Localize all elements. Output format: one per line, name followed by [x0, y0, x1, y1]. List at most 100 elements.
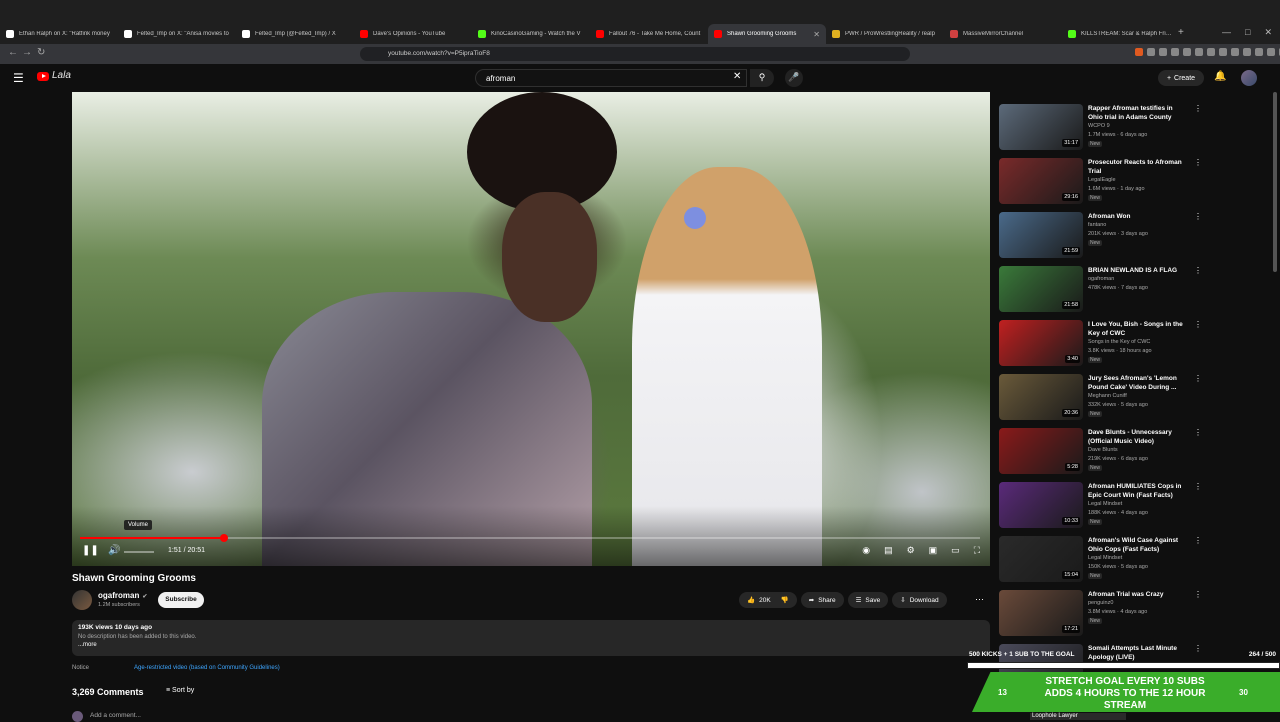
browser-tab[interactable]: Dave's Opinions - YouTube — [354, 24, 472, 44]
maximize-icon[interactable]: □ — [1245, 27, 1250, 38]
more-options-icon[interactable]: ⋮ — [1194, 158, 1202, 167]
video-thumbnail[interactable]: 21:58 — [999, 266, 1083, 312]
browser-tab[interactable]: PWR / ProWrestlingReality / realp — [826, 24, 944, 44]
theater-mode-icon[interactable]: ▭ — [951, 545, 960, 556]
video-channel[interactable]: Legal Mindset — [1088, 555, 1122, 561]
dislike-icon[interactable]: 👎 — [781, 596, 789, 604]
more-options-icon[interactable]: ⋮ — [1194, 428, 1202, 437]
video-channel[interactable]: penguinz0 — [1088, 600, 1113, 606]
reload-icon[interactable]: ↻ — [37, 47, 45, 58]
progress-scrubber[interactable] — [220, 534, 228, 542]
recommended-video[interactable]: 17:21 Afroman Trial was Crazy penguinz0 3.8… — [999, 590, 1204, 640]
video-channel[interactable]: fantano — [1088, 222, 1106, 228]
video-title[interactable]: Rapper Afroman testifies in Ohio trial i… — [1088, 104, 1186, 122]
extension-icon[interactable] — [1267, 48, 1275, 56]
more-options-icon[interactable]: ⋮ — [1194, 266, 1202, 275]
notifications-bell-icon[interactable]: 🔔 — [1214, 71, 1226, 82]
close-window-icon[interactable]: ✕ — [1264, 27, 1272, 38]
account-avatar[interactable] — [1241, 70, 1257, 86]
video-thumbnail[interactable]: 29:16 — [999, 158, 1083, 204]
video-title[interactable]: Afroman HUMILIATES Cops in Epic Court Wi… — [1088, 482, 1186, 500]
recommended-video[interactable]: 29:16 Prosecutor Reacts to Afroman Trial L… — [999, 158, 1204, 208]
video-channel[interactable]: Meghann Cuniff — [1088, 393, 1127, 399]
more-actions-icon[interactable]: ⋯ — [975, 594, 984, 605]
video-title[interactable]: Afroman's Wild Case Against Ohio Cops (F… — [1088, 536, 1186, 554]
recommended-video[interactable]: 21:59 Afroman Won fantano 201K views · 3 da… — [999, 212, 1204, 262]
extension-icon[interactable] — [1159, 48, 1167, 56]
extension-icon[interactable] — [1183, 48, 1191, 56]
description-box[interactable]: 193K views 10 days ago No description ha… — [72, 620, 990, 656]
browser-tab[interactable]: MassiveMirrorChannel — [944, 24, 1062, 44]
video-title[interactable]: Afroman Won — [1088, 212, 1186, 221]
recommended-video[interactable]: 20:36 Jury Sees Afroman's 'Lemon Pound Ca… — [999, 374, 1204, 424]
back-icon[interactable]: ← — [8, 47, 18, 58]
browser-tab[interactable]: Shawn Grooming Grooms ✕ — [708, 24, 826, 44]
fullscreen-icon[interactable]: ⛶ — [974, 545, 980, 556]
extension-icon[interactable] — [1255, 48, 1263, 56]
address-bar[interactable]: youtube.com/watch?v=P5ipraTioF8 — [360, 47, 910, 61]
video-player[interactable]: Volume ❚❚ 🔊 1:51 / 20:51 ◉ ▤ ⚙ ▣ ▭ ⛶ — [72, 92, 990, 566]
video-title[interactable]: Prosecutor Reacts to Afroman Trial — [1088, 158, 1186, 176]
volume-icon[interactable]: 🔊 — [108, 545, 120, 556]
more-options-icon[interactable]: ⋮ — [1194, 590, 1202, 599]
video-thumbnail[interactable]: 20:36 — [999, 374, 1083, 420]
recommended-video[interactable]: 3:40 I Love You, Bish - Songs in the Key … — [999, 320, 1204, 370]
extension-icon[interactable] — [1135, 48, 1143, 56]
video-thumbnail[interactable]: 10:33 — [999, 482, 1083, 528]
progress-bar[interactable] — [80, 534, 980, 542]
new-tab-button[interactable]: + — [1178, 27, 1184, 38]
add-comment-input[interactable]: Add a comment... — [90, 712, 141, 719]
recommended-video[interactable]: 5:28 Dave Blunts - Unnecessary (Official … — [999, 428, 1204, 478]
clear-search-icon[interactable]: ✕ — [733, 71, 741, 82]
video-channel[interactable]: ogafroman — [1088, 276, 1114, 282]
browser-tab[interactable]: KILLSTREAM: Scar & Ralph Friday — [1062, 24, 1180, 44]
hamburger-menu-icon[interactable]: ☰ — [13, 71, 24, 85]
search-icon[interactable]: ⚲ — [750, 69, 774, 87]
share-button[interactable]: ➦ Share — [800, 592, 844, 608]
create-button[interactable]: + Create — [1158, 70, 1204, 86]
more-options-icon[interactable]: ⋮ — [1194, 320, 1202, 329]
extension-icon[interactable] — [1219, 48, 1227, 56]
miniplayer-icon[interactable]: ▣ — [929, 545, 938, 556]
video-channel[interactable]: WCPO 9 — [1088, 123, 1110, 129]
browser-tab[interactable]: Felted_Imp (@Felted_Imp) / X — [236, 24, 354, 44]
video-thumbnail[interactable]: 3:40 — [999, 320, 1083, 366]
save-button[interactable]: ☰ Save — [847, 592, 889, 608]
like-button[interactable]: 👍 20K 👎 — [739, 592, 797, 608]
video-thumbnail[interactable]: 15:04 — [999, 536, 1083, 582]
settings-gear-icon[interactable]: ⚙ — [907, 545, 915, 556]
browser-tab[interactable]: KinoCasinoGaming - Watch the V — [472, 24, 590, 44]
sort-by-button[interactable]: ≡ Sort by — [166, 687, 194, 694]
video-title[interactable]: Jury Sees Afroman's 'Lemon Pound Cake' V… — [1088, 374, 1186, 392]
extension-icon[interactable] — [1231, 48, 1239, 56]
more-options-icon[interactable]: ⋮ — [1194, 536, 1202, 545]
more-options-icon[interactable]: ⋮ — [1194, 104, 1202, 113]
video-channel[interactable]: Legal Mindset — [1088, 501, 1122, 507]
extension-icon[interactable] — [1243, 48, 1251, 56]
more-options-icon[interactable]: ⋮ — [1194, 482, 1202, 491]
page-scrollbar[interactable] — [1273, 92, 1277, 272]
video-title[interactable]: Dave Blunts - Unnecessary (Official Musi… — [1088, 428, 1186, 446]
extension-icon[interactable] — [1171, 48, 1179, 56]
browser-tab[interactable]: Ethan Ralph on X: "Ratfink money — [0, 24, 118, 44]
video-channel[interactable]: Songs in the Key of CWC — [1088, 339, 1150, 345]
subtitles-icon[interactable]: ▤ — [884, 545, 893, 556]
pause-icon[interactable]: ❚❚ — [82, 545, 99, 556]
extension-icon[interactable] — [1195, 48, 1203, 56]
recommended-video[interactable]: 15:04 Afroman's Wild Case Against Ohio Co… — [999, 536, 1204, 586]
subscribe-button[interactable]: Subscribe — [158, 592, 204, 608]
search-input[interactable]: afroman — [475, 69, 747, 87]
youtube-logo-icon[interactable] — [37, 72, 49, 81]
video-title[interactable]: Afroman Trial was Crazy — [1088, 590, 1186, 599]
video-thumbnail[interactable]: 17:21 — [999, 590, 1083, 636]
age-restriction-link[interactable]: Age-restricted video (based on Community… — [134, 665, 280, 671]
video-title[interactable]: BRIAN NEWLAND IS A FLAG — [1088, 266, 1186, 275]
download-button[interactable]: ⇩ Download — [892, 592, 947, 608]
extension-icon[interactable] — [1147, 48, 1155, 56]
browser-tab[interactable]: Felted_Imp on X: "Anisa movies to — [118, 24, 236, 44]
recommended-video[interactable]: 21:58 BRIAN NEWLAND IS A FLAG ogafroman 478… — [999, 266, 1204, 316]
tab-close-icon[interactable]: ✕ — [813, 30, 820, 39]
video-thumbnail[interactable]: 5:28 — [999, 428, 1083, 474]
browser-tab[interactable]: Fallout 76 - Take Me Home, Count — [590, 24, 708, 44]
channel-avatar[interactable] — [72, 590, 92, 610]
